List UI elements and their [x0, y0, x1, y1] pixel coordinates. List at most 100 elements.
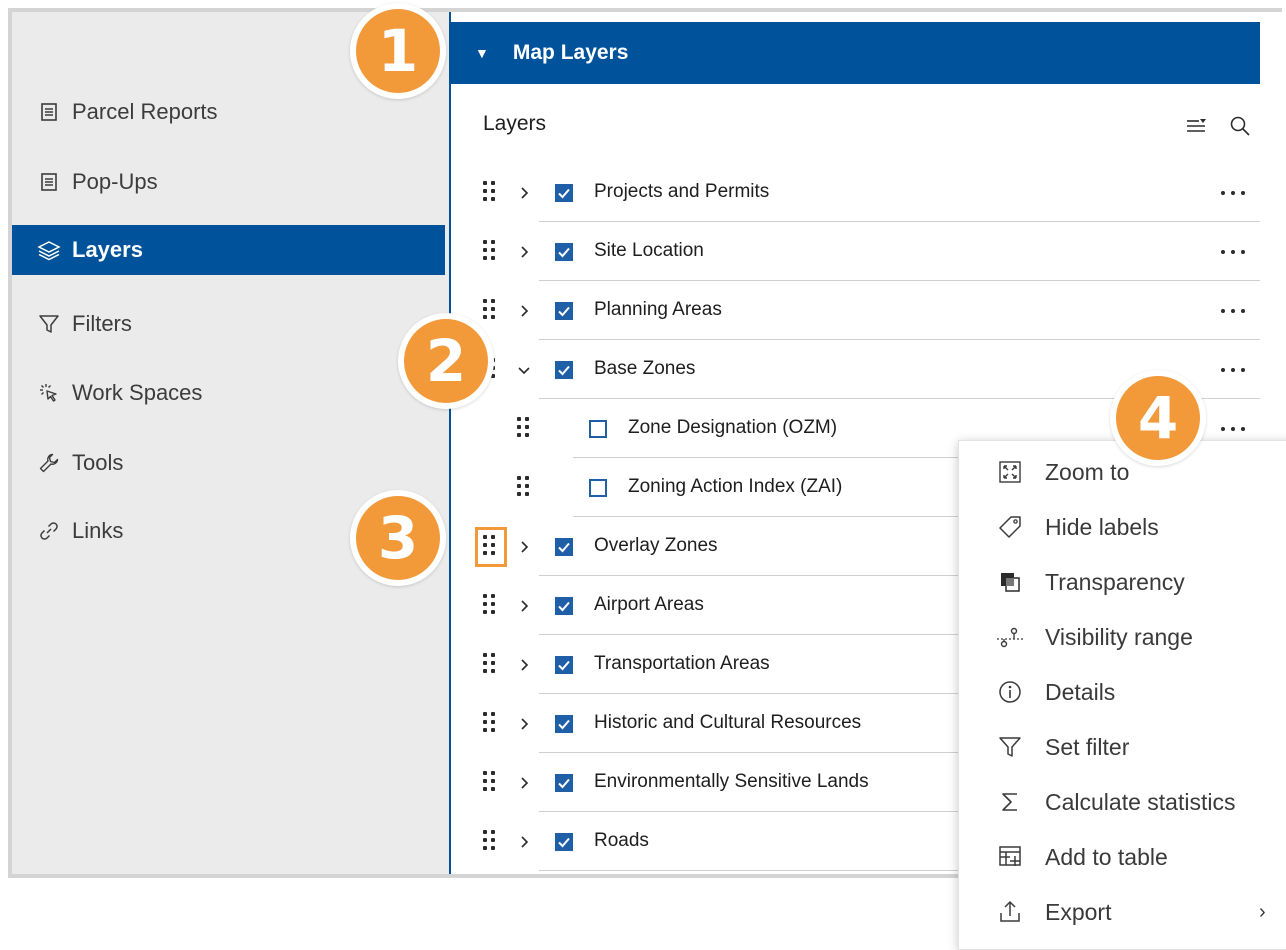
callout-badge-4: 4	[1110, 370, 1206, 466]
panel-title: Map Layers	[512, 41, 629, 64]
drag-handle-icon[interactable]	[483, 653, 499, 677]
layer-row[interactable]: Projects and Permits	[451, 164, 1260, 222]
sidebar-item-label: Parcel Reports	[72, 99, 218, 124]
drag-handle-icon[interactable]	[483, 771, 499, 795]
menu-item-zoom-to[interactable]: Zoom to	[959, 445, 1286, 499]
drag-handle-icon[interactable]	[483, 830, 499, 854]
layer-options-icon[interactable]	[1181, 112, 1211, 140]
layers-heading: Layers	[483, 112, 547, 135]
menu-item-label: Hide labels	[1045, 513, 1159, 540]
drag-handle-icon[interactable]	[483, 594, 499, 618]
row-divider	[539, 280, 1260, 281]
checkbox-unchecked[interactable]	[589, 479, 607, 497]
layer-label: Zoning Action Index (ZAI)	[628, 476, 843, 497]
checkbox-checked[interactable]	[555, 774, 573, 792]
checkbox-checked[interactable]	[555, 833, 573, 851]
drag-handle-icon[interactable]	[483, 181, 499, 205]
checkbox-checked[interactable]	[555, 597, 573, 615]
map-layers-header[interactable]: ▼ Map Layers	[451, 22, 1260, 84]
menu-item-label: Details	[1045, 678, 1116, 705]
more-options-icon[interactable]	[1221, 188, 1245, 198]
caret-down-icon: ▼	[475, 45, 489, 61]
checkbox-checked[interactable]	[555, 184, 573, 202]
link-icon	[36, 518, 62, 544]
layer-row[interactable]: Planning Areas	[451, 282, 1260, 340]
document-icon	[36, 169, 62, 195]
drag-handle-icon[interactable]	[483, 240, 499, 264]
row-divider	[539, 221, 1260, 222]
layer-context-menu: Zoom to Hide labels Transparency Visibil…	[958, 440, 1286, 950]
sigma-icon	[995, 787, 1025, 817]
chevron-right-icon[interactable]	[517, 245, 531, 259]
checkbox-checked[interactable]	[555, 715, 573, 733]
menu-item-visibility-range[interactable]: Visibility range	[959, 610, 1286, 664]
chevron-right-icon[interactable]	[517, 304, 531, 318]
sidebar-item-work-spaces[interactable]: Work Spaces	[12, 368, 445, 418]
drag-handle-icon[interactable]	[483, 712, 499, 736]
checkbox-checked[interactable]	[555, 302, 573, 320]
more-options-icon[interactable]	[1221, 424, 1245, 434]
drag-handle-icon[interactable]	[483, 299, 499, 323]
chevron-right-icon[interactable]	[517, 658, 531, 672]
sidebar-item-filters[interactable]: Filters	[12, 299, 445, 349]
search-icon[interactable]	[1225, 112, 1255, 140]
checkbox-checked[interactable]	[555, 656, 573, 674]
menu-item-label: Zoom to	[1045, 458, 1130, 485]
menu-item-add-to-table[interactable]: Add to table	[959, 830, 1286, 884]
layer-label: Transportation Areas	[594, 653, 770, 674]
chevron-right-icon[interactable]	[517, 717, 531, 731]
chevron-right-icon[interactable]	[517, 776, 531, 790]
drag-handle-icon[interactable]	[475, 527, 507, 567]
chevron-down-icon[interactable]	[517, 363, 531, 377]
drag-handle-icon[interactable]	[517, 417, 533, 441]
checkbox-checked[interactable]	[555, 243, 573, 261]
more-options-icon[interactable]	[1221, 306, 1245, 316]
sidebar-item-pop-ups[interactable]: Pop-Ups	[12, 157, 445, 207]
menu-item-hide-labels[interactable]: Hide labels	[959, 500, 1286, 554]
sidebar-item-label: Links	[72, 518, 124, 543]
checkbox-checked[interactable]	[555, 538, 573, 556]
layer-label: Base Zones	[594, 358, 696, 379]
menu-item-label: Calculate statistics	[1045, 788, 1236, 815]
menu-item-details[interactable]: Details	[959, 665, 1286, 719]
transparency-icon	[995, 567, 1025, 597]
layer-label: Environmentally Sensitive Lands	[594, 771, 869, 792]
filter-icon	[995, 732, 1025, 762]
callout-badge-1: 1	[350, 3, 446, 99]
add-table-icon	[995, 842, 1025, 872]
info-icon	[995, 677, 1025, 707]
chevron-right-icon[interactable]	[517, 540, 531, 554]
sidebar-item-tools[interactable]: Tools	[12, 438, 445, 488]
drag-handle-icon[interactable]	[517, 476, 533, 500]
sidebar-item-label: Tools	[72, 450, 124, 475]
sidebar-item-label: Filters	[72, 311, 132, 336]
menu-item-transparency[interactable]: Transparency	[959, 555, 1286, 609]
menu-item-label: Transparency	[1045, 568, 1185, 595]
sidebar: Parcel Reports Pop-Ups Layers Filters Wo…	[12, 12, 449, 874]
checkbox-checked[interactable]	[555, 361, 573, 379]
layer-label: Roads	[594, 830, 649, 851]
more-options-icon[interactable]	[1221, 247, 1245, 257]
sidebar-item-label: Work Spaces	[72, 380, 203, 405]
menu-item-calculate-statistics[interactable]: Calculate statistics	[959, 775, 1286, 829]
checkbox-unchecked[interactable]	[589, 420, 607, 438]
menu-item-set-filter[interactable]: Set filter	[959, 720, 1286, 774]
more-options-icon[interactable]	[1221, 365, 1245, 375]
layer-label: Historic and Cultural Resources	[594, 712, 862, 733]
chevron-right-icon[interactable]	[517, 599, 531, 613]
visibility-range-icon	[995, 622, 1025, 652]
chevron-right-icon[interactable]	[517, 186, 531, 200]
zoom-to-icon	[995, 457, 1025, 487]
sidebar-item-layers[interactable]: Layers	[12, 225, 445, 275]
chevron-right-icon[interactable]	[517, 835, 531, 849]
cursor-click-icon	[36, 380, 62, 406]
layer-row[interactable]: Site Location	[451, 223, 1260, 281]
layer-label: Planning Areas	[594, 299, 722, 320]
tag-icon	[995, 512, 1025, 542]
layer-label: Projects and Permits	[594, 181, 770, 202]
menu-item-export[interactable]: Export ›	[959, 885, 1286, 939]
submenu-arrow-icon: ›	[1259, 900, 1266, 923]
menu-item-label: Add to table	[1045, 843, 1168, 870]
document-icon	[36, 99, 62, 125]
sidebar-item-label: Pop-Ups	[72, 169, 158, 194]
